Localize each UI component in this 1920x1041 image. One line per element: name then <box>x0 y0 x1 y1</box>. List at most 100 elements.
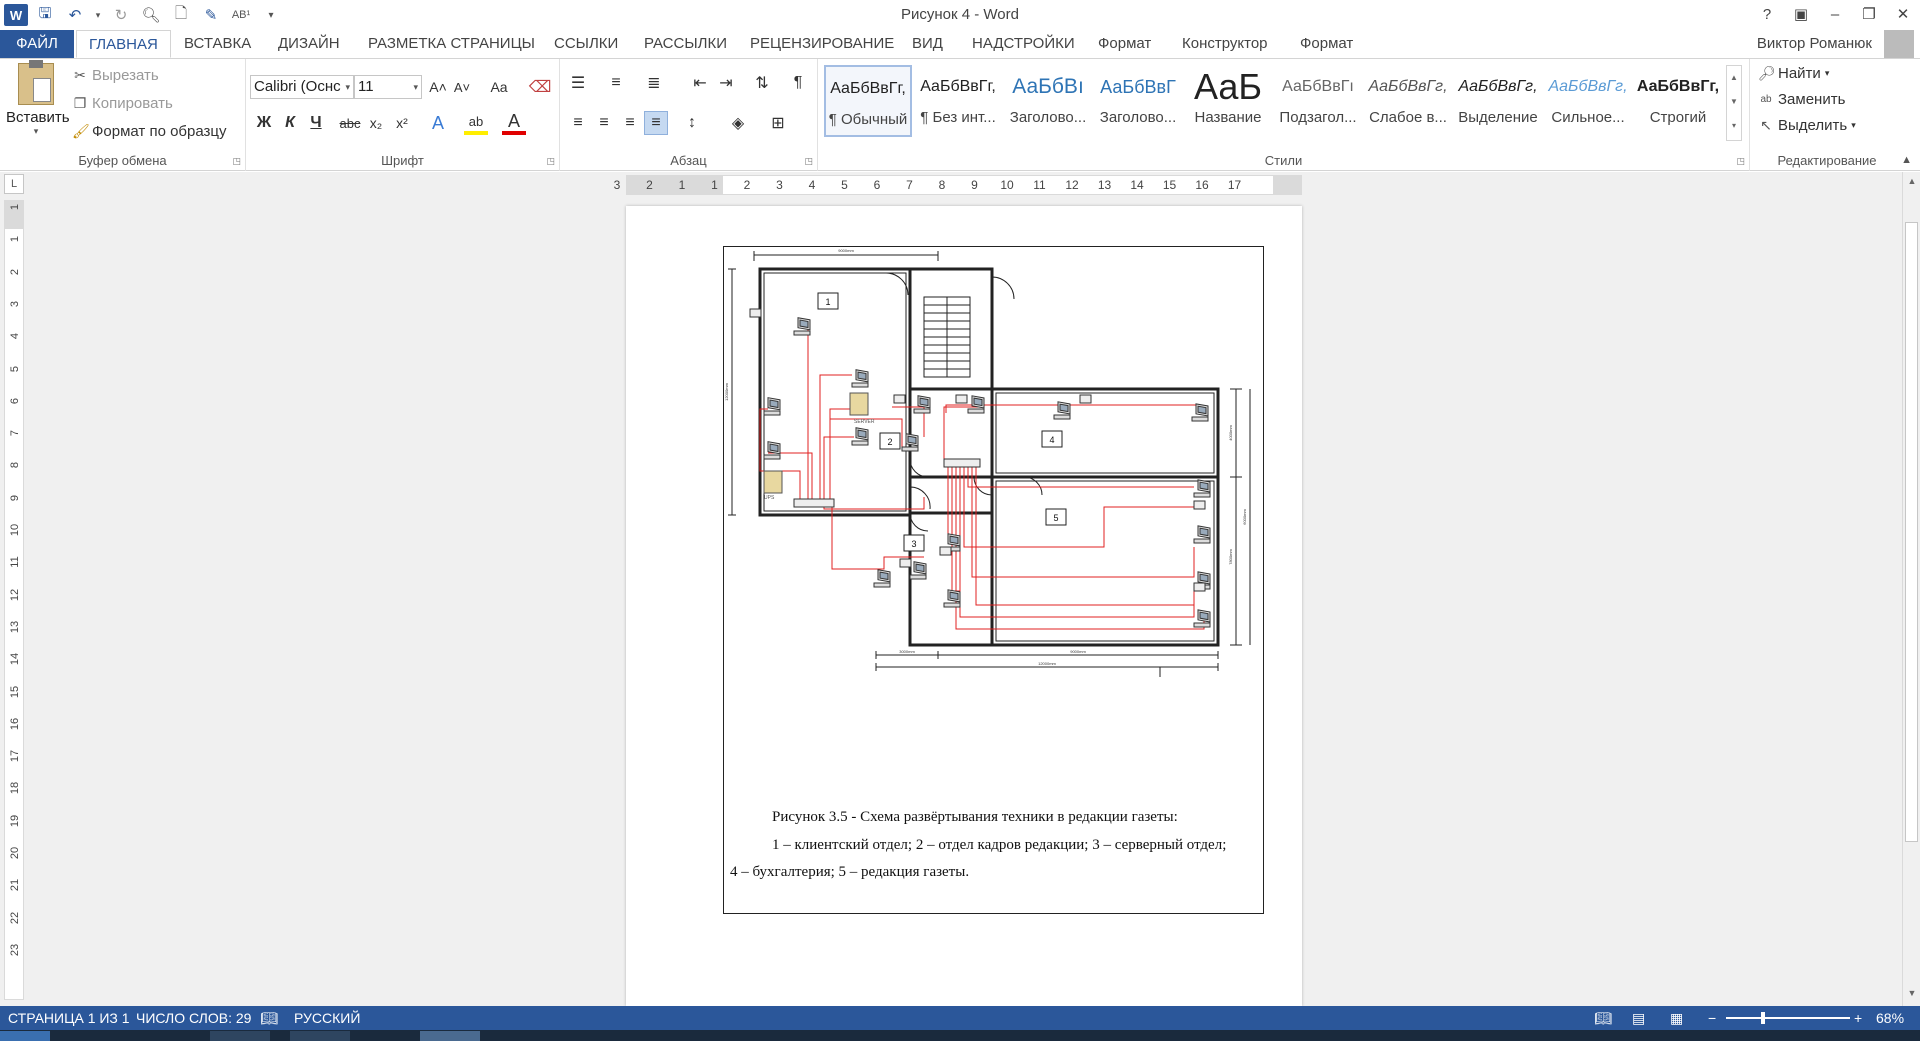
grow-font-button[interactable]: A˄ <box>426 75 450 99</box>
style-strong[interactable]: АаБбВвГг, Строгий <box>1634 65 1722 137</box>
justify-icon[interactable]: ≡ <box>644 111 668 135</box>
new-doc-icon[interactable]: 🗋 <box>168 4 194 26</box>
font-name-combo[interactable]: Calibri (Оснс ▾ <box>250 75 354 99</box>
tab-insert[interactable]: ВСТАВКА <box>172 30 263 58</box>
decrease-indent-icon[interactable]: ⇤ <box>688 71 712 95</box>
language-indicator[interactable]: РУССКИЙ <box>294 1006 360 1030</box>
tab-format-2[interactable]: Формат <box>1288 30 1365 58</box>
subscript-button[interactable]: x₂ <box>364 111 388 135</box>
vertical-ruler[interactable]: 1 1 2 3 4 5 6 7 8 9 10 11 12 13 14 15 16 17 18 19 20 21 22 23 <box>4 200 24 1000</box>
align-center-icon[interactable]: ≡ <box>592 111 616 135</box>
underline-button[interactable]: Ч <box>304 111 328 135</box>
style-subtitle[interactable]: АаБбВвГı Подзагол... <box>1274 65 1362 137</box>
clipboard-launcher-icon[interactable]: ◳ <box>232 156 241 167</box>
font-launcher-icon[interactable]: ◳ <box>546 156 555 167</box>
zoom-out-button[interactable]: − <box>1708 1006 1716 1030</box>
help-icon[interactable]: ? <box>1750 0 1784 28</box>
style-heading-1[interactable]: АаБбВı Заголово... <box>1004 65 1092 137</box>
vertical-scrollbar[interactable]: ▲ ▼ <box>1902 172 1920 1006</box>
style-normal[interactable]: АаБбВвГг, ¶ Обычный <box>824 65 912 137</box>
figure-frame[interactable]: SERVER UPS 1 2 3 4 5 9000mm 12000mm 4000… <box>723 246 1264 914</box>
proofing-icon[interactable]: 📖︎ <box>260 1006 278 1030</box>
print-preview-icon[interactable]: 🔍︎ <box>138 4 164 26</box>
borders-icon[interactable]: ⊞ <box>766 111 790 135</box>
zoom-slider[interactable] <box>1726 1017 1850 1019</box>
show-marks-icon[interactable]: ¶ <box>786 71 810 95</box>
page-count[interactable]: СТРАНИЦА 1 ИЗ 1 <box>8 1006 130 1030</box>
multilevel-list-icon[interactable]: ≣ <box>642 71 666 95</box>
taskbar-app-1[interactable] <box>210 1031 270 1041</box>
tab-mailings[interactable]: РАССЫЛКИ <box>632 30 739 58</box>
shading-icon[interactable]: ◈ <box>726 111 750 135</box>
change-case-button[interactable]: Aa <box>482 75 516 99</box>
style-title[interactable]: АаБ Название <box>1184 65 1272 137</box>
paste-button[interactable]: Вставить ▾ <box>6 60 70 137</box>
restore-icon[interactable]: ❐ <box>1852 0 1886 28</box>
tab-references[interactable]: ССЫЛКИ <box>542 30 630 58</box>
shrink-font-button[interactable]: A˅ <box>450 75 474 99</box>
tab-home[interactable]: ГЛАВНАЯ <box>76 30 171 58</box>
find-button[interactable]: 🔎︎ Найти ▾ <box>1758 65 1829 82</box>
bold-button[interactable]: Ж <box>252 111 276 135</box>
scroll-up-icon[interactable]: ▲ <box>1903 176 1920 192</box>
scroll-down-icon[interactable]: ▼ <box>1903 988 1920 1004</box>
paragraph-launcher-icon[interactable]: ◳ <box>804 156 813 167</box>
user-name[interactable]: Виктор Романюк <box>1757 30 1872 58</box>
tab-selector-button[interactable]: L <box>4 174 24 194</box>
figure-caption-title[interactable]: Рисунок 3.5 - Схема развёртывания техник… <box>772 809 1313 826</box>
figure-caption-line2[interactable]: 1 – клиентский отдел; 2 – отдел кадров р… <box>772 837 1313 854</box>
style-subtle-emphasis[interactable]: АаБбВвГг, Слабое в... <box>1364 65 1452 137</box>
superscript-button[interactable]: x² <box>390 111 414 135</box>
strikethrough-button[interactable]: abc <box>338 111 362 135</box>
word-logo-icon[interactable]: W <box>4 4 28 26</box>
text-effects-button[interactable]: A <box>426 111 450 135</box>
tab-design[interactable]: ДИЗАЙН <box>266 30 352 58</box>
tab-addins[interactable]: НАДСТРОЙКИ <box>960 30 1087 58</box>
copy-button[interactable]: ❐ Копировать <box>72 95 173 112</box>
clear-formatting-icon[interactable]: ⌫ <box>528 75 552 99</box>
format-painter-button[interactable]: 🖌︎ Формат по образцу <box>72 123 227 140</box>
tab-review[interactable]: РЕЦЕНЗИРОВАНИЕ <box>738 30 906 58</box>
increase-indent-icon[interactable]: ⇥ <box>714 71 738 95</box>
taskbar-word[interactable] <box>420 1031 480 1041</box>
undo-dropdown-icon[interactable]: ▾ <box>92 4 104 26</box>
tab-file[interactable]: ФАЙЛ <box>0 30 74 58</box>
zoom-slider-thumb[interactable] <box>1761 1012 1765 1024</box>
customize-qat-icon[interactable]: ▾ <box>258 4 284 26</box>
highlight-button[interactable]: ab <box>464 111 488 135</box>
redo-icon[interactable]: ↻ <box>108 4 134 26</box>
collapse-ribbon-icon[interactable]: ▲ <box>1901 154 1912 166</box>
print-layout-icon[interactable]: ▤ <box>1632 1006 1645 1030</box>
bullets-icon[interactable]: ☰ <box>566 71 590 95</box>
style-heading-2[interactable]: АаБбВвГ Заголово... <box>1094 65 1182 137</box>
style-gallery-scroll[interactable]: ▲ ▼ ▾ <box>1726 65 1742 141</box>
horizontal-ruler[interactable]: 3 2 1 1 2 3 4 5 6 7 8 9 10 11 12 13 14 15 16 17 <box>614 175 1302 195</box>
undo-icon[interactable]: ↶ <box>62 4 88 26</box>
cut-button[interactable]: ✂ Вырезать <box>72 67 159 84</box>
start-button[interactable] <box>0 1031 50 1041</box>
minimize-icon[interactable]: – <box>1818 0 1852 28</box>
document-page[interactable]: SERVER UPS 1 2 3 4 5 9000mm 12000mm 4000… <box>626 206 1302 1006</box>
style-intense-emphasis[interactable]: АаБбВвГг, Сильное... <box>1544 65 1632 137</box>
spelling-icon[interactable]: AB¹ <box>228 4 254 26</box>
figure-caption-line3[interactable]: 4 – бухгалтерия; 5 – редакция газеты. <box>730 864 1271 881</box>
select-button[interactable]: ↖ Выделить ▾ <box>1758 117 1856 134</box>
zoom-in-button[interactable]: + <box>1854 1006 1862 1030</box>
styles-launcher-icon[interactable]: ◳ <box>1736 156 1745 167</box>
line-spacing-icon[interactable]: ↕ <box>680 111 704 135</box>
sort-icon[interactable]: ⇅ <box>750 71 774 95</box>
replace-button[interactable]: ab Заменить <box>1758 91 1845 108</box>
save-icon[interactable]: 🖫 <box>32 4 58 26</box>
numbering-icon[interactable]: ≡ <box>604 71 628 95</box>
web-layout-icon[interactable]: ▦ <box>1670 1006 1683 1030</box>
read-mode-icon[interactable]: 📖︎ <box>1594 1006 1612 1030</box>
tab-view[interactable]: ВИД <box>900 30 955 58</box>
font-color-button[interactable]: A <box>502 111 526 135</box>
align-right-icon[interactable]: ≡ <box>618 111 642 135</box>
style-no-spacing[interactable]: АаБбВвГг, ¶ Без инт... <box>914 65 1002 137</box>
italic-button[interactable]: К <box>278 111 302 135</box>
tab-format-1[interactable]: Формат <box>1086 30 1163 58</box>
font-size-combo[interactable]: 11 ▾ <box>354 75 422 99</box>
ribbon-display-icon[interactable]: ▣ <box>1784 0 1818 28</box>
align-left-icon[interactable]: ≡ <box>566 111 590 135</box>
